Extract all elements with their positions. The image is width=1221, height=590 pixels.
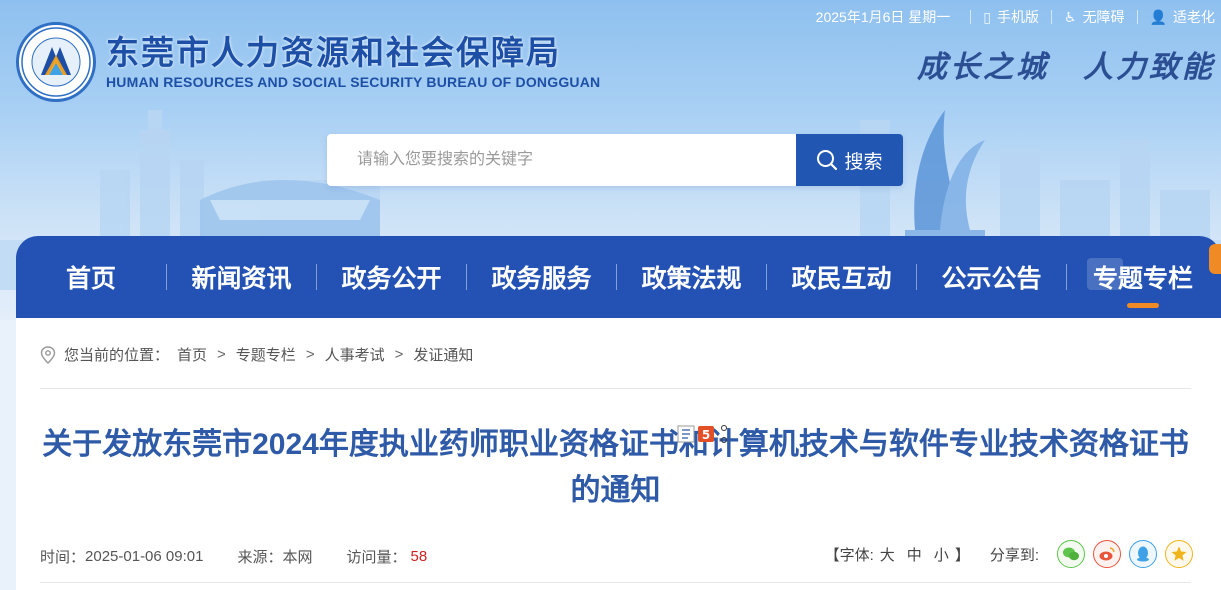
elderly-mode-label: 适老化 (1173, 9, 1215, 25)
mobile-version-label: 手机版 (997, 9, 1039, 25)
qzone-share-button[interactable] (1165, 540, 1193, 568)
search-bar: 搜索 (327, 134, 903, 186)
nav-government-services[interactable]: 政务服务 (467, 236, 616, 318)
divider (1051, 10, 1052, 24)
breadcrumb: 您当前的位置： 首页 > 专题专栏 > 人事考试 > 发证通知 (40, 344, 473, 365)
nav-special-topics[interactable]: 专题专栏 (1067, 236, 1219, 318)
bureau-name-chinese: 东莞市人力资源和社会保障局 (106, 34, 561, 71)
source-value: 本网 (282, 549, 313, 566)
top-utility-bar: 2025年1月6日 星期一 ▯ 手机版 ♿ 无障碍 👤 适老化 (816, 6, 1215, 28)
article-title: 关于发放东莞市2024年度执业药师职业资格证书和计算机技术与软件专业技术资格证书… (40, 422, 1191, 514)
nav-label: 新闻资讯 (191, 265, 292, 293)
font-size-large[interactable]: 大 (880, 544, 895, 565)
weibo-share-button[interactable] (1093, 540, 1121, 568)
svg-text:5: 5 (702, 428, 710, 442)
wechat-icon (1063, 547, 1079, 561)
search-button-label: 搜索 (844, 151, 883, 173)
wechat-share-button[interactable] (1057, 540, 1085, 568)
main-navigation: 首页 新闻资讯 政务公开 政务服务 政策法规 政民互动 公示公告 专题专栏 (16, 236, 1221, 318)
font-size-small[interactable]: 小 (934, 544, 949, 565)
current-date: 2025年1月6日 星期一 (815, 9, 951, 25)
visit-count: 58 (410, 548, 428, 565)
nav-label: 政民互动 (791, 265, 892, 293)
search-input[interactable] (327, 134, 796, 186)
divider (970, 10, 972, 24)
star-icon (1171, 546, 1187, 561)
divider (40, 582, 1191, 583)
site-logo[interactable]: 东莞市人力资源和社会保障局 HUMAN RESOURCES AND SOCIAL… (16, 22, 600, 102)
slogan-left: 成长之城 (917, 50, 1049, 85)
breadcrumb-prefix: 您当前的位置： (64, 347, 170, 364)
divider (1136, 10, 1138, 24)
qq-share-button[interactable] (1129, 540, 1157, 568)
slogan: 成长之城 人力致能 (917, 42, 1215, 86)
nav-announcements[interactable]: 公示公告 (917, 236, 1066, 318)
nav-label: 专题专栏 (1092, 265, 1193, 293)
nav-policies[interactable]: 政策法规 (617, 236, 766, 318)
elderly-person-icon: 👤 (1149, 8, 1167, 25)
breadcrumb-separator: > (305, 346, 315, 363)
nav-government-affairs[interactable]: 政务公开 (317, 236, 466, 318)
share-label: 分享到: (989, 546, 1039, 564)
breadcrumb-special-topics[interactable]: 专题专栏 (236, 344, 296, 365)
breadcrumb-personnel-exam[interactable]: 人事考试 (325, 344, 385, 365)
html5-badge-icon: 5 (677, 425, 727, 443)
nav-interaction[interactable]: 政民互动 (767, 236, 916, 318)
search-button[interactable]: 搜索 (796, 134, 903, 186)
source-label: 来源： (237, 549, 283, 566)
bureau-emblem (16, 22, 96, 102)
font-size-label: 【字体: (824, 546, 874, 564)
font-size-close: 】 (954, 546, 970, 564)
qq-icon (1137, 546, 1149, 562)
mobile-version-link[interactable]: ▯ 手机版 (983, 7, 1039, 27)
publish-time: 2025-01-06 09:01 (85, 548, 204, 565)
wheelchair-icon: ♿ (1064, 8, 1077, 25)
emblem-graphic (21, 27, 91, 97)
nav-label: 政务服务 (491, 265, 592, 293)
nav-label: 首页 (65, 265, 116, 293)
nav-home[interactable]: 首页 (16, 236, 166, 318)
nav-news[interactable]: 新闻资讯 (167, 236, 316, 318)
breadcrumb-separator: > (217, 346, 226, 363)
search-icon (817, 150, 838, 171)
nav-label: 政策法规 (641, 265, 742, 293)
accessibility-label: 无障碍 (1082, 9, 1125, 25)
font-size-medium[interactable]: 中 (907, 544, 922, 565)
mobile-phone-icon: ▯ (983, 8, 991, 25)
nav-label: 政务公开 (341, 265, 442, 293)
location-pin-icon (40, 345, 56, 364)
active-underline (1127, 303, 1159, 308)
weibo-icon (1099, 547, 1115, 561)
breadcrumb-home[interactable]: 首页 (177, 344, 207, 365)
elderly-mode-link[interactable]: 👤 适老化 (1150, 7, 1215, 27)
article-panel: 您当前的位置： 首页 > 专题专栏 > 人事考试 > 发证通知 关于发放东莞市2… (16, 318, 1221, 590)
nav-label: 公示公告 (941, 265, 1042, 293)
slogan-right: 人力致能 (1083, 50, 1215, 85)
divider (40, 388, 1191, 389)
breadcrumb-certificate-notice[interactable]: 发证通知 (413, 344, 473, 365)
breadcrumb-separator: > (394, 346, 404, 363)
article-tools: 【字体: 大 中 小 】 分享到: (825, 540, 1193, 568)
accessibility-link[interactable]: ♿ 无障碍 (1064, 7, 1125, 27)
article-title-text: 关于发放东莞市2024年度执业药师职业资格证书和计算机技术与软件专业技术资格证书… (42, 428, 1189, 507)
visits-label: 访问量： (346, 549, 407, 566)
article-meta: 时间： 2025-01-06 09:01 来源： 本网 访问量： 58 (40, 546, 427, 567)
publish-time-label: 时间： (40, 549, 86, 566)
bureau-name-english: HUMAN RESOURCES AND SOCIAL SECURITY BURE… (106, 74, 601, 90)
side-tab[interactable] (1209, 244, 1221, 274)
